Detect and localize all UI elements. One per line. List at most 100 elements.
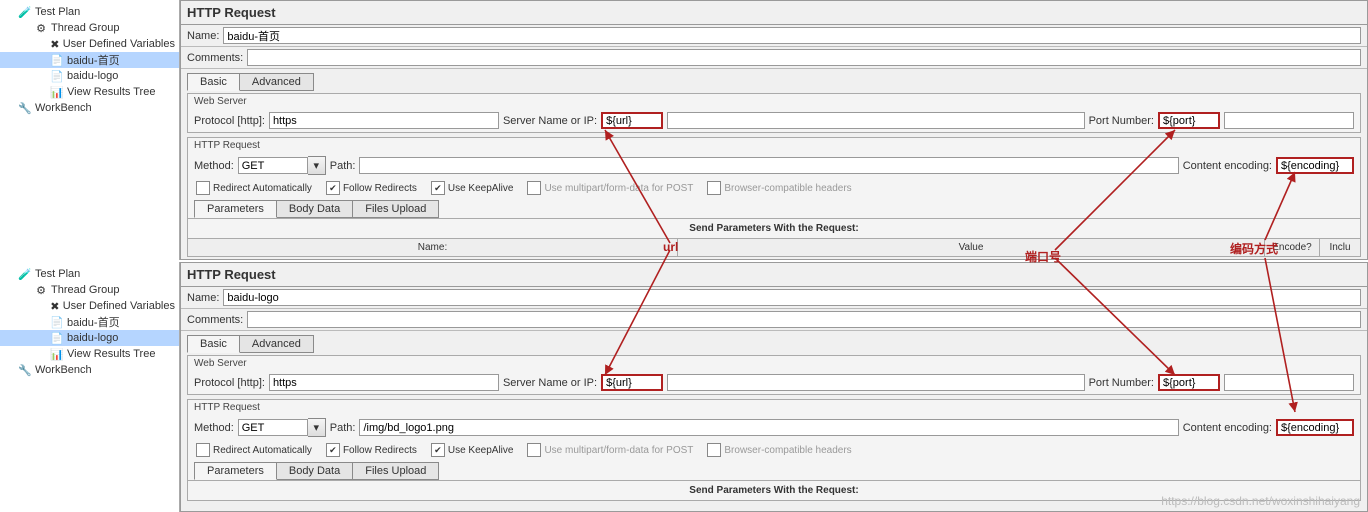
path-label: Path: (330, 160, 356, 172)
name-input[interactable] (223, 289, 1361, 306)
server-label: Server Name or IP: (503, 377, 597, 389)
tree-req2[interactable]: 📄baidu-logo (0, 330, 179, 346)
comments-label: Comments: (187, 314, 243, 326)
tab-filesupload[interactable]: Files Upload (352, 200, 439, 218)
cb-browser-headers[interactable]: Browser-compatible headers (707, 443, 851, 457)
th-include[interactable]: Inclu (1320, 239, 1360, 256)
path-input[interactable] (359, 157, 1178, 174)
tab-advanced[interactable]: Advanced (239, 73, 314, 91)
cb-keepalive[interactable]: Use KeepAlive (431, 181, 514, 195)
port-input[interactable] (1158, 374, 1220, 391)
method-select[interactable]: ▾ (238, 418, 326, 437)
encoding-label: Content encoding: (1183, 422, 1272, 434)
watermark: https://blog.csdn.net/woxinshihaiyang (1161, 494, 1360, 508)
sampler-icon: 📄 (50, 315, 64, 329)
cb-follow-redirects[interactable]: Follow Redirects (326, 443, 417, 457)
httpreq-title: HTTP Request (188, 138, 1360, 153)
tree-udv[interactable]: ✖User Defined Variables (0, 36, 179, 52)
beaker-icon: 🧪 (18, 5, 32, 19)
chevron-down-icon[interactable]: ▾ (308, 418, 326, 437)
tree-workbench[interactable]: 🔧WorkBench (0, 362, 179, 378)
tree-udv[interactable]: ✖User Defined Variables (0, 298, 179, 314)
th-name[interactable]: Name: (188, 239, 678, 256)
tab-basic[interactable]: Basic (187, 335, 240, 353)
cb-follow-redirects[interactable]: Follow Redirects (326, 181, 417, 195)
results-icon: 📊 (50, 85, 64, 99)
options-row: Redirect Automatically Follow Redirects … (188, 178, 1360, 198)
panel-title: HTTP Request (181, 1, 1367, 25)
cb-multipart[interactable]: Use multipart/form-data for POST (527, 443, 693, 457)
param-tabs: Parameters Body Data Files Upload (188, 460, 1360, 480)
port-label: Port Number: (1089, 377, 1154, 389)
editor-top: HTTP Request Name: Comments: Basic Advan… (180, 0, 1368, 260)
tree-req2[interactable]: 📄baidu-logo (0, 68, 179, 84)
port-input-ext[interactable] (1224, 112, 1354, 129)
tab-parameters[interactable]: Parameters (194, 200, 277, 218)
tree-threadgroup[interactable]: ⚙Thread Group (0, 282, 179, 298)
method-label: Method: (194, 160, 234, 172)
tab-parameters[interactable]: Parameters (194, 462, 277, 480)
tab-bodydata[interactable]: Body Data (276, 462, 353, 480)
protocol-input[interactable] (269, 374, 499, 391)
name-label: Name: (187, 292, 219, 304)
tree-workbench[interactable]: 🔧WorkBench (0, 100, 179, 116)
tab-advanced[interactable]: Advanced (239, 335, 314, 353)
thread-icon: ⚙ (34, 283, 48, 297)
port-input[interactable] (1158, 112, 1220, 129)
tree-threadgroup[interactable]: ⚙Thread Group (0, 20, 179, 36)
tree-req1[interactable]: 📄baidu-首页 (0, 52, 179, 68)
tree-bottom: 🧪Test Plan ⚙Thread Group ✖User Defined V… (0, 262, 180, 512)
tree-viewresults[interactable]: 📊View Results Tree (0, 84, 179, 100)
params-table-header: Name: Value Encode? Inclu (188, 238, 1360, 256)
cb-browser-headers[interactable]: Browser-compatible headers (707, 181, 851, 195)
tree-testplan[interactable]: 🧪Test Plan (0, 4, 179, 20)
sampler-icon: 📄 (50, 69, 64, 83)
server-input-ext[interactable] (667, 112, 1085, 129)
panel-title: HTTP Request (181, 263, 1367, 287)
protocol-input[interactable] (269, 112, 499, 129)
webserver-group: Web Server Protocol [http]: Server Name … (187, 93, 1361, 133)
webserver-title: Web Server (188, 356, 1360, 371)
comments-input[interactable] (247, 49, 1361, 66)
webserver-group: Web Server Protocol [http]: Server Name … (187, 355, 1361, 395)
path-label: Path: (330, 422, 356, 434)
editor-bottom: HTTP Request Name: Comments: Basic Advan… (180, 262, 1368, 512)
server-label: Server Name or IP: (503, 115, 597, 127)
server-input[interactable] (601, 374, 663, 391)
cb-redirect-auto[interactable]: Redirect Automatically (196, 181, 312, 195)
sendparams-label: Send Parameters With the Request: (188, 218, 1360, 238)
httpreq-group: HTTP Request Method: ▾ Path: Content enc… (187, 399, 1361, 501)
server-input[interactable] (601, 112, 663, 129)
method-select[interactable]: ▾ (238, 156, 326, 175)
comments-label: Comments: (187, 52, 243, 64)
port-input-ext[interactable] (1224, 374, 1354, 391)
server-input-ext[interactable] (667, 374, 1085, 391)
encoding-input[interactable] (1276, 157, 1354, 174)
workbench-icon: 🔧 (18, 101, 32, 115)
port-label: Port Number: (1089, 115, 1154, 127)
encoding-label: Content encoding: (1183, 160, 1272, 172)
chevron-down-icon[interactable]: ▾ (308, 156, 326, 175)
protocol-label: Protocol [http]: (194, 377, 265, 389)
httpreq-title: HTTP Request (188, 400, 1360, 415)
vars-icon: ✖ (50, 37, 60, 51)
cb-multipart[interactable]: Use multipart/form-data for POST (527, 181, 693, 195)
tab-bodydata[interactable]: Body Data (276, 200, 353, 218)
tree-viewresults[interactable]: 📊View Results Tree (0, 346, 179, 362)
th-value[interactable]: Value (678, 239, 1265, 256)
th-encode[interactable]: Encode? (1265, 239, 1320, 256)
encoding-input[interactable] (1276, 419, 1354, 436)
httpreq-group: HTTP Request Method: ▾ Path: Content enc… (187, 137, 1361, 257)
path-input[interactable] (359, 419, 1178, 436)
tab-basic[interactable]: Basic (187, 73, 240, 91)
tab-filesupload[interactable]: Files Upload (352, 462, 439, 480)
comments-input[interactable] (247, 311, 1361, 328)
tree-req1[interactable]: 📄baidu-首页 (0, 314, 179, 330)
cb-redirect-auto[interactable]: Redirect Automatically (196, 443, 312, 457)
sampler-icon: 📄 (50, 331, 64, 345)
tree-testplan[interactable]: 🧪Test Plan (0, 266, 179, 282)
cb-keepalive[interactable]: Use KeepAlive (431, 443, 514, 457)
workbench-icon: 🔧 (18, 363, 32, 377)
protocol-label: Protocol [http]: (194, 115, 265, 127)
name-input[interactable] (223, 27, 1361, 44)
